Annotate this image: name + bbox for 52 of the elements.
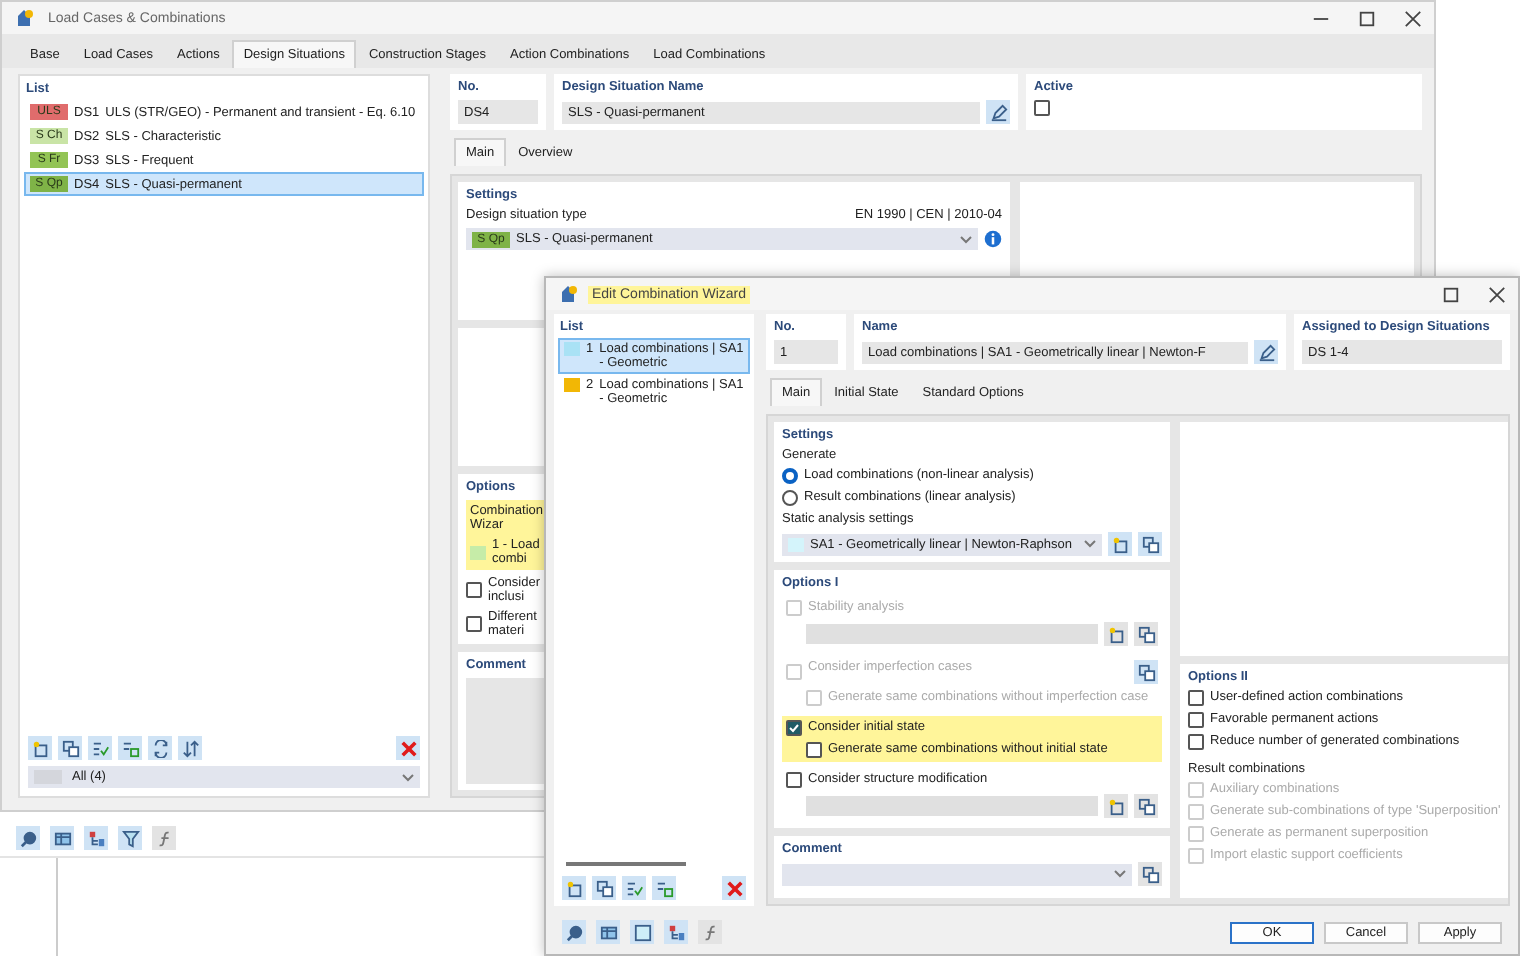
check-list-icon[interactable] — [622, 876, 646, 900]
hierarchy-icon[interactable] — [84, 826, 108, 850]
delete-icon[interactable] — [722, 876, 746, 900]
table-icon[interactable] — [596, 920, 620, 944]
search-icon[interactable] — [562, 920, 586, 944]
checkbox[interactable] — [1188, 712, 1204, 728]
radio-button[interactable] — [782, 490, 798, 506]
input-field[interactable] — [806, 796, 1098, 816]
hierarchy-icon[interactable] — [664, 920, 688, 944]
new-item-icon[interactable] — [1104, 794, 1128, 818]
new-item-icon[interactable] — [562, 876, 586, 900]
new-item-icon[interactable] — [28, 736, 52, 760]
checkbox[interactable] — [786, 772, 802, 788]
close-icon[interactable] — [1488, 285, 1506, 303]
color-swatch — [470, 545, 486, 559]
copy-icon[interactable] — [1138, 862, 1162, 886]
maximize-icon[interactable] — [1358, 9, 1376, 27]
function-icon[interactable] — [152, 826, 176, 850]
maximize-icon[interactable] — [1442, 285, 1460, 303]
comment-field[interactable] — [782, 863, 1132, 885]
close-icon[interactable] — [1404, 9, 1422, 27]
copy-icon[interactable] — [58, 736, 82, 760]
caret-icon — [960, 235, 972, 243]
sort-icon[interactable] — [178, 736, 202, 760]
app-icon — [14, 8, 34, 28]
table-icon[interactable] — [50, 826, 74, 850]
delete-icon[interactable] — [396, 736, 420, 760]
square-icon[interactable] — [630, 920, 654, 944]
checkbox[interactable] — [1034, 100, 1050, 116]
checkbox[interactable] — [786, 720, 802, 736]
new-item-icon[interactable] — [1108, 532, 1132, 556]
uncheck-list-icon[interactable] — [652, 876, 676, 900]
checkbox[interactable] — [1188, 690, 1204, 706]
function-icon[interactable] — [698, 920, 722, 944]
checkbox[interactable] — [466, 582, 482, 598]
app-icon — [558, 284, 578, 304]
caret-icon — [1084, 540, 1096, 548]
copy-icon[interactable] — [592, 876, 616, 900]
filter-icon[interactable] — [118, 826, 142, 850]
uncheck-list-icon[interactable] — [118, 736, 142, 760]
caret-icon — [1114, 870, 1126, 878]
checkbox[interactable] — [466, 616, 482, 632]
info-icon — [984, 230, 1002, 248]
search-icon[interactable] — [16, 826, 40, 850]
caret-icon — [402, 773, 414, 781]
check-list-icon[interactable] — [88, 736, 112, 760]
checkbox[interactable] — [806, 742, 822, 758]
color-swatch — [788, 537, 804, 551]
checkbox[interactable] — [1188, 734, 1204, 750]
scrollbar — [566, 862, 686, 866]
radio-button[interactable] — [782, 468, 798, 484]
renumber-icon[interactable] — [148, 736, 172, 760]
